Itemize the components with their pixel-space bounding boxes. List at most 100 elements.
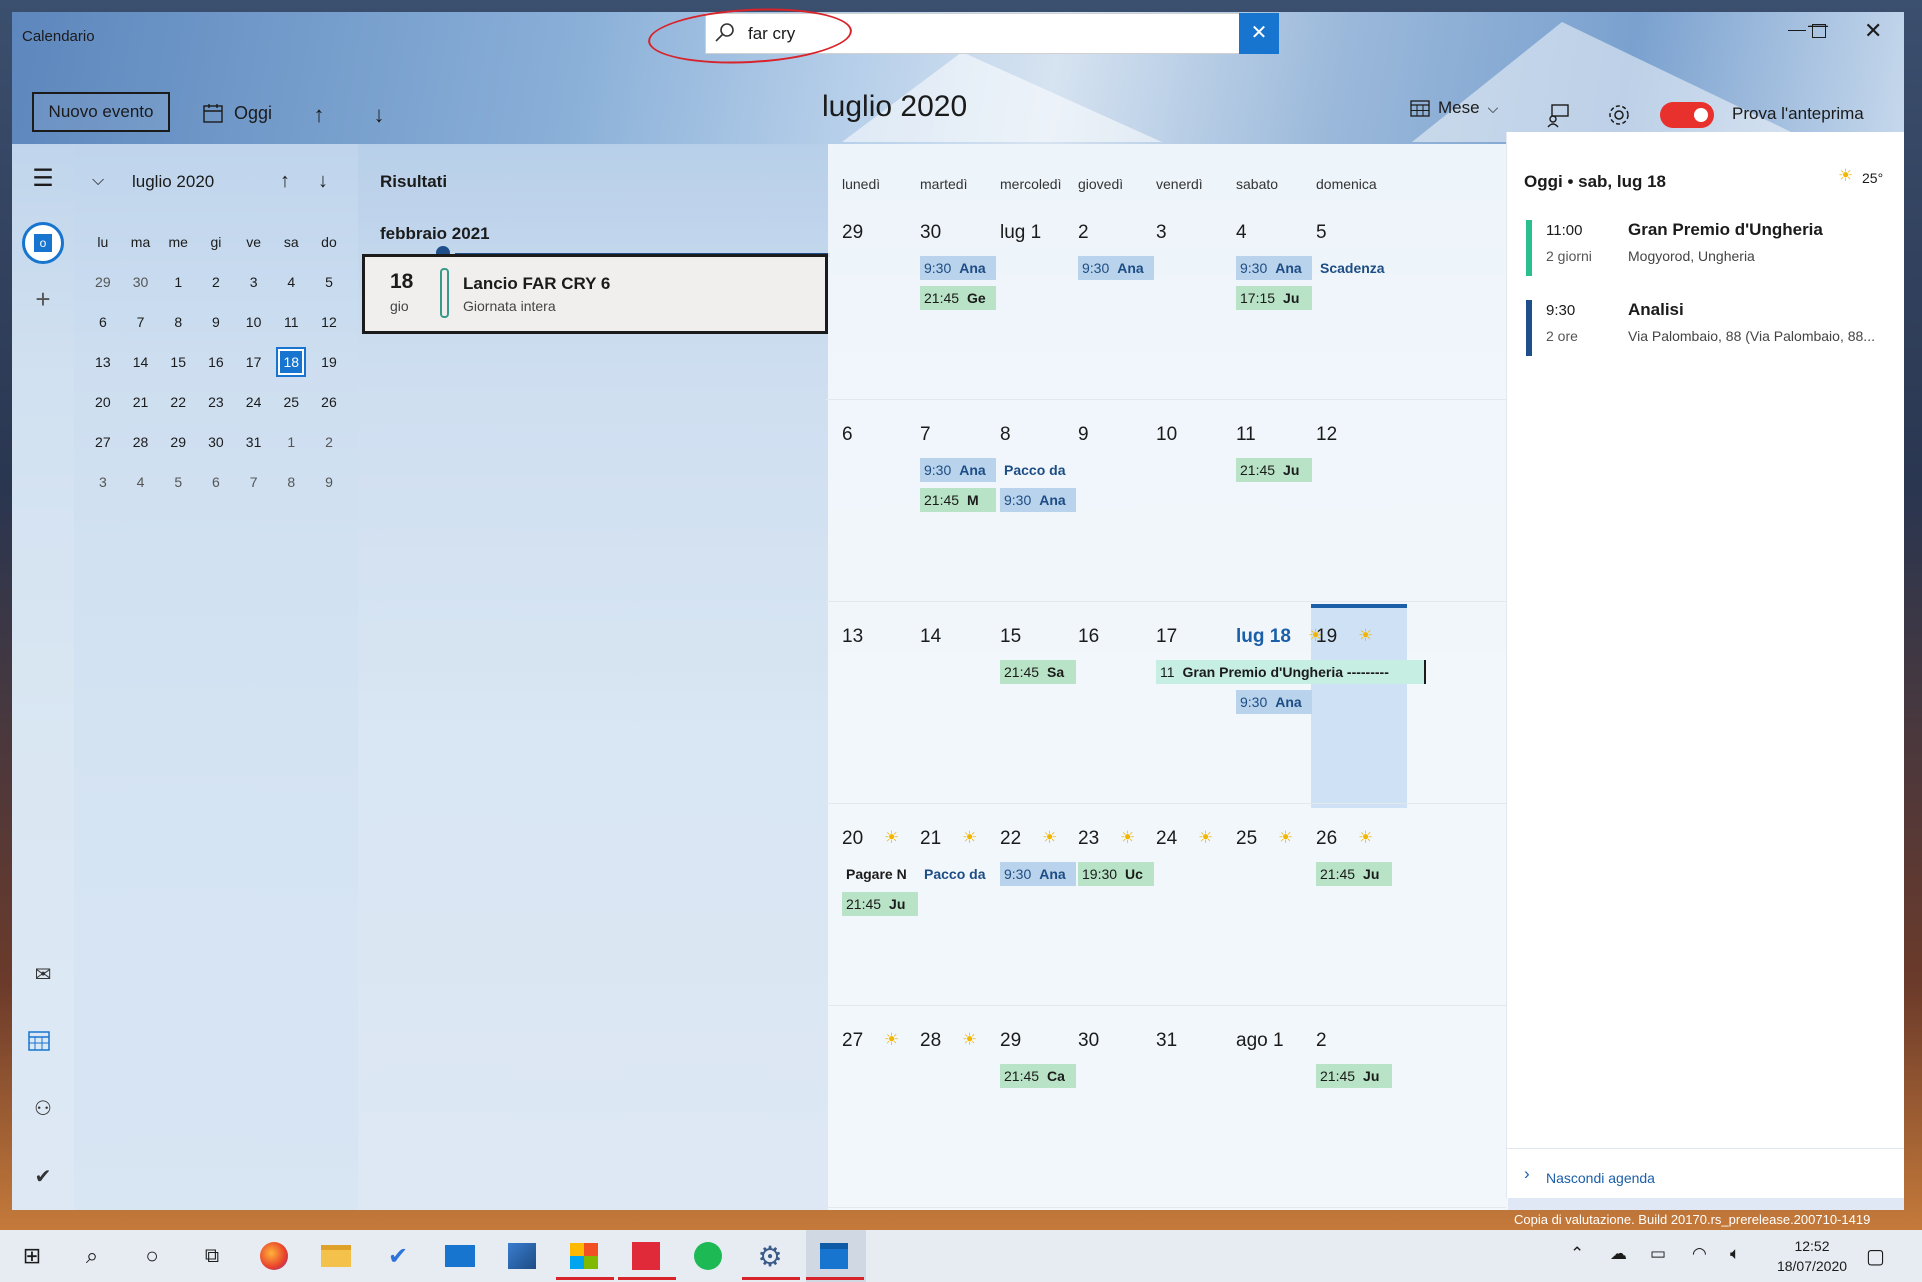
day-number[interactable]: 10 [1156, 424, 1177, 446]
maximize-icon[interactable] [1812, 24, 1826, 38]
day-number[interactable]: 31 [1156, 1030, 1177, 1052]
calendar-event[interactable]: 21:45 M [920, 488, 996, 512]
calendar-event[interactable]: 21:45 Ju [1236, 458, 1312, 482]
wifi-icon[interactable]: ◠ [1692, 1244, 1707, 1264]
calendar-event[interactable]: 21:45 Ju [1316, 862, 1392, 886]
day-number[interactable]: 23 [1078, 828, 1099, 850]
calendar-event[interactable]: 21:45 Ge [920, 286, 996, 310]
day-number[interactable]: 19 [1316, 626, 1337, 648]
calendar-event[interactable]: 9:30 Ana [1000, 862, 1076, 886]
minimize-line-icon[interactable] [1788, 30, 1806, 31]
mini-day[interactable]: 19 [310, 354, 348, 370]
mini-day[interactable]: 20 [84, 394, 122, 410]
mini-day[interactable]: 28 [122, 434, 160, 450]
close-icon[interactable]: ✕ [1864, 18, 1882, 44]
today-button[interactable]: Oggi [202, 98, 272, 128]
taskbar-clock[interactable]: 12:52 18/07/2020 [1772, 1236, 1852, 1276]
mini-day[interactable]: 1 [272, 434, 310, 450]
day-number[interactable]: 16 [1078, 626, 1099, 648]
media-app-icon[interactable] [626, 1236, 666, 1276]
day-number[interactable]: 12 [1316, 424, 1337, 446]
calendar-event[interactable]: Scadenza [1316, 256, 1392, 280]
windows-start-icon[interactable]: ⊞ [12, 1236, 52, 1276]
mini-day[interactable]: 24 [235, 394, 273, 410]
day-number[interactable]: 2 [1078, 222, 1089, 244]
day-number[interactable]: 7 [920, 424, 931, 446]
mini-day[interactable]: 4 [272, 274, 310, 290]
outlook-account-icon[interactable]: o [22, 222, 64, 264]
calendar-event[interactable]: Pacco da [1000, 458, 1076, 482]
new-event-button[interactable]: Nuovo evento [32, 92, 170, 132]
mini-day[interactable]: 14 [122, 354, 160, 370]
mini-day[interactable]: 5 [310, 274, 348, 290]
day-number[interactable]: ago 1 [1236, 1030, 1284, 1052]
day-number[interactable]: 29 [842, 222, 863, 244]
mini-day[interactable]: 23 [197, 394, 235, 410]
result-item[interactable] [362, 254, 828, 334]
day-number[interactable]: 4 [1236, 222, 1247, 244]
feedback-icon[interactable] [1544, 100, 1574, 130]
mini-day[interactable]: 13 [84, 354, 122, 370]
calendar-event[interactable]: Pacco da [920, 862, 996, 886]
mini-day[interactable]: 26 [310, 394, 348, 410]
arrow-down-icon[interactable]: ↓ [364, 100, 394, 130]
cortana-icon[interactable]: ○ [132, 1236, 172, 1276]
mini-day[interactable]: 16 [197, 354, 235, 370]
settings-app-icon[interactable]: ⚙ [750, 1236, 790, 1276]
gear-icon[interactable] [1604, 100, 1634, 130]
mail-app-icon[interactable] [440, 1236, 480, 1276]
mini-day[interactable]: 5 [159, 474, 197, 490]
day-number[interactable]: 20 [842, 828, 863, 850]
calendar-event[interactable]: Pagare N [842, 862, 918, 886]
day-number[interactable]: 30 [920, 222, 941, 244]
search-clear-button[interactable]: ✕ [1239, 13, 1279, 54]
calendar-app-icon[interactable] [26, 1028, 60, 1062]
day-number[interactable]: 9 [1078, 424, 1089, 446]
calendar-event[interactable]: 9:30 Ana [1236, 256, 1312, 280]
battery-icon[interactable]: ▭ [1650, 1244, 1666, 1264]
view-selector[interactable]: Mese ⌵ [1410, 98, 1498, 118]
mini-day[interactable]: 10 [235, 314, 273, 330]
chevron-up-icon[interactable]: ⌃ [1570, 1244, 1584, 1264]
day-number[interactable]: 25 [1236, 828, 1257, 850]
day-number[interactable]: 5 [1316, 222, 1327, 244]
onedrive-icon[interactable]: ☁ [1610, 1244, 1627, 1264]
mini-day[interactable]: 31 [235, 434, 273, 450]
day-number[interactable]: 26 [1316, 828, 1337, 850]
spotify-icon[interactable] [688, 1236, 728, 1276]
calendar-event[interactable]: 17:15 Ju [1236, 286, 1312, 310]
mini-day[interactable]: 2 [197, 274, 235, 290]
day-number[interactable]: 2 [1316, 1030, 1327, 1052]
day-number[interactable]: 6 [842, 424, 853, 446]
mini-day[interactable]: 30 [197, 434, 235, 450]
calendar-event[interactable]: 9:30 Ana [920, 458, 996, 482]
day-number[interactable]: 22 [1000, 828, 1021, 850]
people-icon[interactable]: ⚇ [26, 1096, 60, 1130]
day-number[interactable]: 30 [1078, 1030, 1099, 1052]
mini-day[interactable]: 17 [235, 354, 273, 370]
day-number[interactable]: 17 [1156, 626, 1177, 648]
day-number[interactable]: 8 [1000, 424, 1011, 446]
calendar-event[interactable]: 9:30 Ana [920, 256, 996, 280]
todo-icon[interactable]: ✔ [26, 1164, 60, 1198]
mini-day[interactable]: 18 [272, 347, 310, 377]
mini-day[interactable]: 2 [310, 434, 348, 450]
agenda-item-title[interactable]: Gran Premio d'Ungheria [1628, 220, 1823, 240]
calendar-event[interactable]: 9:30 Ana [1078, 256, 1154, 280]
mini-day[interactable]: 4 [122, 474, 160, 490]
mini-day[interactable]: 7 [122, 314, 160, 330]
mini-collapse-chevron-icon[interactable]: ⌵ [92, 172, 104, 190]
calendar-event[interactable]: 21:45 Ju [842, 892, 918, 916]
calendar-event[interactable]: 9:30 Ana [1236, 690, 1312, 714]
store-icon[interactable] [564, 1236, 604, 1276]
taskbar-search-icon[interactable]: ⌕ [72, 1236, 112, 1276]
volume-icon[interactable]: 🔈︎ [1730, 1244, 1740, 1264]
day-number[interactable]: 21 [920, 828, 941, 850]
mini-day[interactable]: 7 [235, 474, 273, 490]
mini-day[interactable]: 6 [197, 474, 235, 490]
day-number[interactable]: lug 1 [1000, 222, 1041, 244]
mini-day[interactable]: 29 [159, 434, 197, 450]
mini-day[interactable]: 1 [159, 274, 197, 290]
day-number[interactable]: 28 [920, 1030, 941, 1052]
calendar-event[interactable]: 21:45 Ca [1000, 1064, 1076, 1088]
